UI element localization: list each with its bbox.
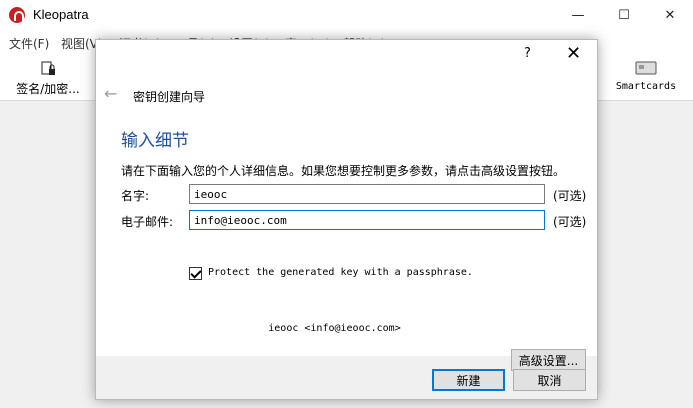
maximize-button[interactable]: ☐: [601, 0, 647, 31]
dialog-close-button[interactable]: ✕: [566, 43, 581, 64]
smartcards-label: Smartcards: [615, 81, 677, 92]
passphrase-checkbox[interactable]: [189, 267, 202, 280]
help-button[interactable]: ?: [524, 46, 531, 61]
email-label: 电子邮件:: [121, 215, 174, 229]
wizard-page: ← 密钥创建向导 输入细节 请在下面输入您的个人详细信息。如果您想要控制更多参数…: [96, 70, 597, 371]
email-input[interactable]: [189, 210, 545, 230]
name-label: 名字:: [121, 189, 150, 203]
advanced-settings-button[interactable]: 高级设置...: [511, 349, 586, 371]
window-title: Kleopatra: [33, 7, 89, 22]
smartcards-button[interactable]: Smartcards: [608, 53, 684, 101]
dialog-titlebar: ? ✕: [96, 40, 597, 70]
email-optional-label: (可选): [553, 215, 587, 229]
sign-encrypt-button[interactable]: 签名/加密...: [8, 53, 88, 101]
page-heading: 输入细节: [121, 131, 189, 150]
cancel-button[interactable]: 取消: [513, 369, 586, 391]
menu-file[interactable]: 文件(F): [9, 35, 49, 52]
key-summary-text: ieooc <info@ieooc.com>: [268, 323, 401, 334]
passphrase-checkbox-label[interactable]: Protect the generated key with a passphr…: [208, 267, 473, 278]
instructions-text: 请在下面输入您的个人详细信息。如果您想要控制更多参数，请点击高级设置按钮。: [121, 164, 566, 178]
close-button[interactable]: ✕: [647, 0, 693, 31]
name-optional-label: (可选): [553, 189, 587, 203]
key-summary: ieooc <info@ieooc.com>: [96, 323, 597, 334]
minimize-button[interactable]: —: [555, 0, 601, 31]
key-creation-dialog: ? ✕ ← 密钥创建向导 输入细节 请在下面输入您的个人详细信息。如果您想要控制…: [95, 39, 598, 400]
create-button[interactable]: 新建: [432, 369, 505, 391]
sign-encrypt-label: 签名/加密...: [16, 82, 80, 96]
smartcard-icon: [635, 61, 657, 75]
back-arrow-icon[interactable]: ←: [104, 84, 117, 103]
kleopatra-app-icon: [9, 7, 25, 23]
name-input[interactable]: [189, 184, 545, 204]
main-titlebar: Kleopatra — ☐ ✕: [0, 0, 693, 31]
sign-encrypt-icon: [41, 61, 55, 75]
wizard-title: 密钥创建向导: [133, 90, 206, 104]
